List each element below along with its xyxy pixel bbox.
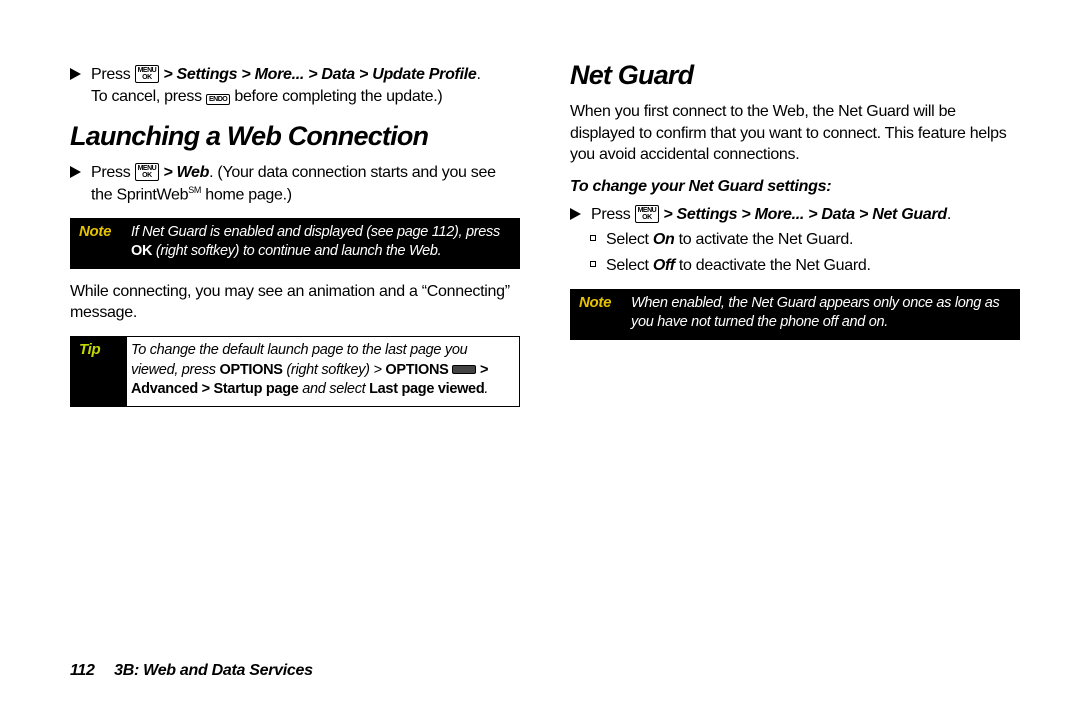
option-off: Select Off to deactivate the Net Guard. <box>570 255 1020 277</box>
netguard-intro: When you first connect to the Web, the N… <box>570 101 1020 166</box>
tip-label: Tip <box>71 337 127 406</box>
ok-key-label: OK <box>131 243 152 259</box>
note-text-2: (right softkey) to continue and launch t… <box>152 243 441 259</box>
netguard-subhead: To change your Net Guard settings: <box>570 178 1020 196</box>
triangle-icon <box>70 166 81 178</box>
press-label: Press <box>91 164 130 181</box>
note-callout: Note If Net Guard is enabled and display… <box>70 218 520 269</box>
option-on: Select On to activate the Net Guard. <box>570 229 1020 251</box>
tip-period: . <box>484 381 488 397</box>
press-label: Press <box>91 66 130 83</box>
press-label: Press <box>591 206 630 223</box>
right-column: Net Guard When you first connect to the … <box>570 60 1020 419</box>
on-pre: Select <box>606 231 653 248</box>
off-keyword: Off <box>653 257 675 274</box>
menu-ok-key-icon: MENU OK <box>135 163 160 181</box>
page-columns: Press MENU OK > Settings > More... > Dat… <box>70 60 1020 419</box>
note-callout-2: Note When enabled, the Net Guard appears… <box>570 289 1020 340</box>
last-page-label: Last page viewed <box>369 381 484 397</box>
heading-launching: Launching a Web Connection <box>70 121 520 152</box>
note-body-2: When enabled, the Net Guard appears only… <box>627 290 1019 339</box>
launch-rest-2: home page.) <box>201 186 292 203</box>
note-label: Note <box>571 290 627 339</box>
cancel-text-2: before completing the update.) <box>234 88 442 105</box>
netguard-path: > Settings > More... > Data > Net Guard <box>663 206 947 223</box>
tip-text-2: (right softkey) > <box>283 362 386 378</box>
note-body: If Net Guard is enabled and displayed (s… <box>127 219 519 268</box>
netguard-step: Press MENU OK > Settings > More... > Dat… <box>570 204 1020 226</box>
cancel-text-1: To cancel, press <box>91 88 202 105</box>
off-post: to deactivate the Net Guard. <box>675 257 871 274</box>
off-pre: Select <box>606 257 653 274</box>
update-profile-path: > Settings > More... > Data > Update Pro… <box>163 66 476 83</box>
tip-callout: Tip To change the default launch page to… <box>70 336 520 407</box>
netguard-period: . <box>947 206 951 223</box>
left-column: Press MENU OK > Settings > More... > Dat… <box>70 60 520 419</box>
web-label: > Web <box>163 164 209 181</box>
menu-ok-key-icon: MENU OK <box>635 205 660 223</box>
on-post: to activate the Net Guard. <box>674 231 853 248</box>
square-icon <box>590 261 596 267</box>
triangle-icon <box>70 68 81 80</box>
end-key-icon: ENDO <box>206 94 230 105</box>
sm-mark: SM <box>188 185 201 195</box>
note-text-1: If Net Guard is enabled and displayed (s… <box>131 224 500 240</box>
options-label: OPTIONS <box>219 362 282 378</box>
triangle-icon <box>570 208 581 220</box>
update-profile-step: Press MENU OK > Settings > More... > Dat… <box>70 64 520 107</box>
menu-ok-key-icon: MENU OK <box>135 65 160 83</box>
heading-netguard: Net Guard <box>570 60 1020 91</box>
page-footer: 112 3B: Web and Data Services <box>70 662 313 680</box>
nav-key-icon <box>452 365 476 374</box>
tip-body: To change the default launch page to the… <box>127 337 519 406</box>
options-label-2: OPTIONS <box>385 362 448 378</box>
page-number: 112 <box>70 662 110 680</box>
launch-web-step: Press MENU OK > Web. (Your data connecti… <box>70 162 520 206</box>
note-label: Note <box>71 219 127 268</box>
connecting-paragraph: While connecting, you may see an animati… <box>70 281 520 324</box>
square-icon <box>590 235 596 241</box>
footer-title: 3B: Web and Data Services <box>114 662 313 679</box>
on-keyword: On <box>653 231 675 248</box>
tip-text-3: and select <box>299 381 370 397</box>
